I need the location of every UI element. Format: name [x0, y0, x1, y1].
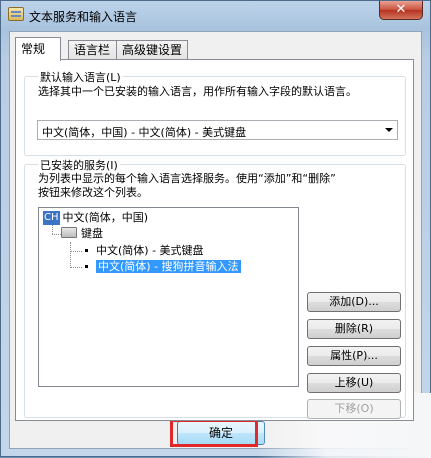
tree-item-label-selected: 中文(简体) - 搜狗拼音输入法 [96, 260, 241, 273]
tree-connector [70, 251, 82, 252]
tree-connector [70, 242, 71, 268]
move-up-button[interactable]: 上移(U) [307, 373, 401, 393]
window-title: 文本服务和输入语言 [29, 10, 138, 24]
tab-language-bar[interactable]: 语言栏 [68, 40, 117, 60]
default-language-select[interactable]: 中文(简体，中国) - 中文(简体) - 美式键盘 [37, 120, 398, 140]
default-language-description: 选择其中一个已安装的输入语言，用作所有输入字段的默认语言。 [38, 85, 357, 98]
installed-services-description-2: 按钮来修改这个列表。 [38, 186, 148, 199]
properties-button[interactable]: 属性(P)... [307, 346, 401, 366]
bullet-icon [85, 264, 88, 268]
tab-panel-general: 默认输入语言(L) 选择其中一个已安装的输入语言，用作所有输入字段的默认语言。 … [15, 59, 414, 421]
language-badge: CH [43, 211, 60, 225]
tree-node-keyboard[interactable]: 键盘 [61, 226, 103, 242]
keyboard-icon [61, 227, 77, 238]
close-button[interactable]: ✕ [379, 1, 423, 20]
tree-item-label: 中文(简体) - 美式键盘 [96, 244, 204, 257]
tab-general[interactable]: 常规 [15, 37, 61, 61]
bullet-icon [85, 248, 88, 252]
default-language-label: 默认输入语言(L) [38, 69, 123, 85]
tree-connector [52, 234, 61, 235]
move-down-button[interactable]: 下移(O) [307, 399, 401, 419]
tree-item-us-keyboard[interactable]: 中文(简体) - 美式键盘 [83, 243, 204, 259]
keyboard-app-icon [8, 7, 24, 21]
add-button[interactable]: 添加(D)... [307, 292, 401, 312]
installed-services-description: 为列表中显示的每个输入语言选择服务。使用“添加”和“删除” [38, 172, 336, 185]
chevron-down-icon [385, 128, 393, 132]
installed-services-label: 已安装的服务(I) [38, 157, 120, 173]
tree-node-language-label: 中文(简体，中国) [62, 211, 149, 224]
dialog-window: 文本服务和输入语言 ✕ 常规 语言栏 高级键设置 默认输入语言(L) 选择其中一… [0, 0, 431, 458]
tree-connector [70, 267, 82, 268]
tree-node-keyboard-label: 键盘 [81, 227, 103, 240]
default-language-value: 中文(简体，中国) - 中文(简体) - 美式键盘 [42, 126, 247, 139]
dialog-client-area: 常规 语言栏 高级键设置 默认输入语言(L) 选择其中一个已安装的输入语言，用作… [9, 31, 422, 449]
tab-advanced-key-settings[interactable]: 高级键设置 [116, 40, 188, 60]
remove-button[interactable]: 删除(R) [307, 319, 401, 339]
installed-services-tree[interactable]: CH 中文(简体，中国) 键盘 中文(简体) - 美式键盘 中文(简体) - 搜狗… [38, 207, 299, 387]
tab-label: 常规 [21, 42, 46, 56]
ok-button-highlight [170, 419, 258, 447]
tree-item-sogou-pinyin[interactable]: 中文(简体) - 搜狗拼音输入法 [83, 259, 241, 275]
tab-label: 语言栏 [74, 43, 111, 57]
title-bar[interactable]: 文本服务和输入语言 ✕ [1, 1, 430, 29]
tab-label: 高级键设置 [122, 43, 183, 57]
tree-node-language[interactable]: CH 中文(简体，中国) [43, 210, 148, 226]
